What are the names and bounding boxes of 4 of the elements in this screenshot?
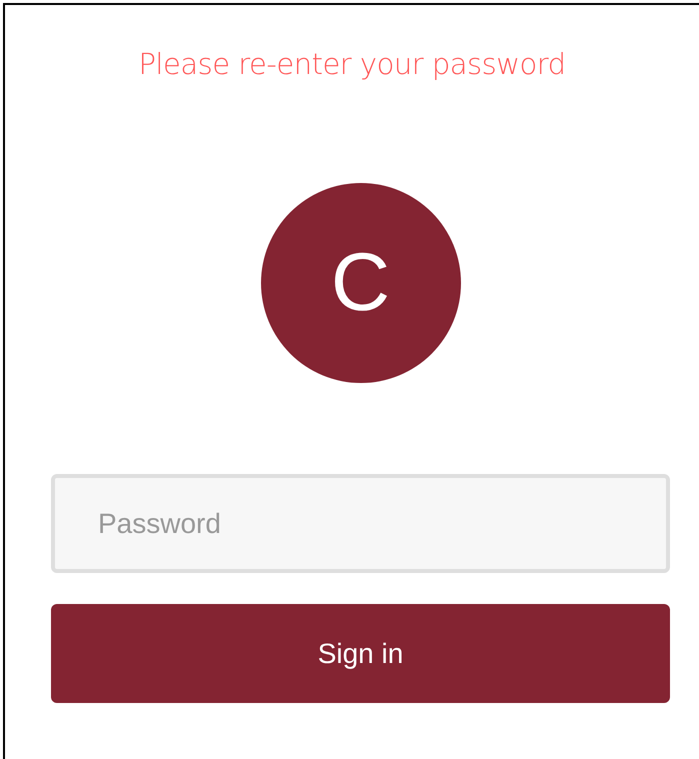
password-field[interactable]: Password (51, 474, 670, 573)
reenter-password-message: Please re-enter your password (138, 46, 566, 82)
user-avatar: C (260, 183, 460, 383)
sign-in-button[interactable]: Sign in (51, 604, 670, 703)
